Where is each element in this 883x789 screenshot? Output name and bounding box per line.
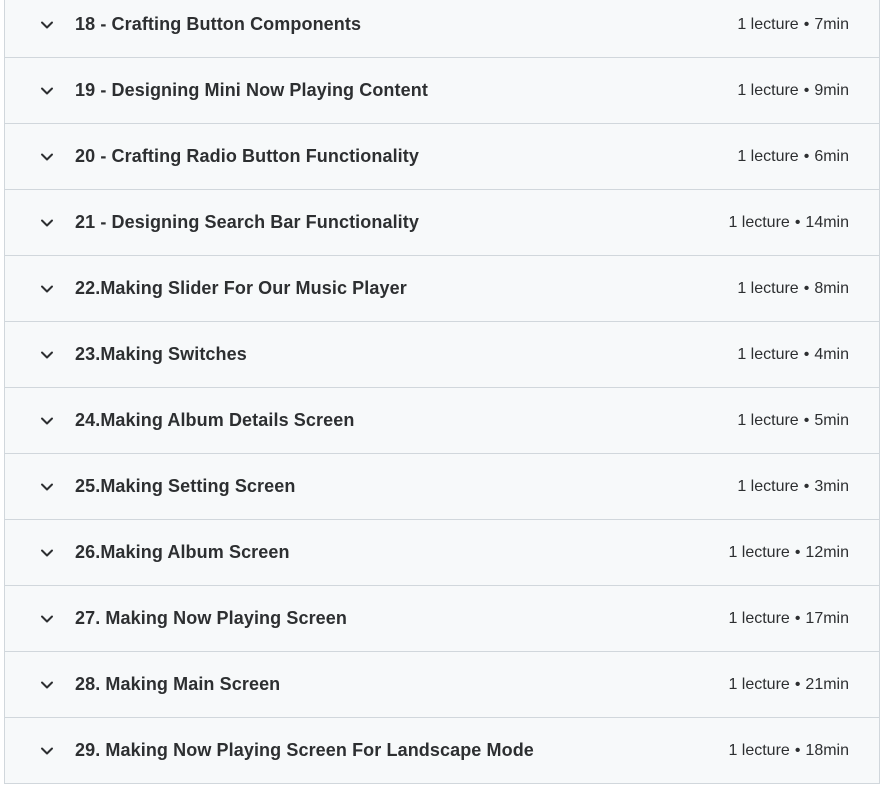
separator-dot: •	[794, 675, 801, 693]
separator-dot: •	[794, 543, 801, 561]
section-meta: 1 lecture • 5min	[737, 412, 849, 430]
section-meta: 1 lecture • 9min	[737, 82, 849, 100]
section-23[interactable]: 23.Making Switches 1 lecture • 4min	[5, 322, 879, 388]
section-title: 22.Making Slider For Our Music Player	[75, 278, 407, 298]
course-curriculum: 18 - Crafting Button Components 1 lectur…	[4, 0, 880, 784]
lecture-count: 1 lecture	[728, 741, 790, 759]
lecture-count: 1 lecture	[737, 147, 799, 165]
separator-dot: •	[803, 345, 810, 363]
section-25[interactable]: 25.Making Setting Screen 1 lecture • 3min	[5, 454, 879, 520]
lecture-count: 1 lecture	[737, 279, 799, 297]
section-meta: 1 lecture • 3min	[737, 478, 849, 496]
separator-dot: •	[803, 411, 810, 429]
lecture-count: 1 lecture	[728, 609, 790, 627]
section-21[interactable]: 21 - Designing Search Bar Functionality …	[5, 190, 879, 256]
lecture-count: 1 lecture	[737, 15, 799, 33]
chevron-down-icon[interactable]	[39, 281, 55, 297]
section-meta: 1 lecture • 6min	[737, 148, 849, 166]
section-duration: 7min	[814, 15, 849, 33]
section-title: 23.Making Switches	[75, 344, 247, 364]
lecture-count: 1 lecture	[737, 477, 799, 495]
chevron-down-icon[interactable]	[39, 17, 55, 33]
lecture-count: 1 lecture	[728, 543, 790, 561]
section-meta: 1 lecture • 4min	[737, 346, 849, 364]
section-duration: 4min	[814, 345, 849, 363]
section-27[interactable]: 27. Making Now Playing Screen 1 lecture •…	[5, 586, 879, 652]
lecture-count: 1 lecture	[737, 345, 799, 363]
separator-dot: •	[803, 81, 810, 99]
section-24[interactable]: 24.Making Album Details Screen 1 lecture…	[5, 388, 879, 454]
section-19[interactable]: 19 - Designing Mini Now Playing Content …	[5, 58, 879, 124]
section-title: 29. Making Now Playing Screen For Landsc…	[75, 740, 534, 760]
separator-dot: •	[803, 477, 810, 495]
section-duration: 12min	[805, 543, 849, 561]
separator-dot: •	[803, 15, 810, 33]
section-meta: 1 lecture • 17min	[728, 610, 849, 628]
section-duration: 6min	[814, 147, 849, 165]
section-duration: 9min	[814, 81, 849, 99]
chevron-down-icon[interactable]	[39, 149, 55, 165]
section-duration: 8min	[814, 279, 849, 297]
lecture-count: 1 lecture	[737, 411, 799, 429]
separator-dot: •	[803, 147, 810, 165]
chevron-down-icon[interactable]	[39, 479, 55, 495]
section-18[interactable]: 18 - Crafting Button Components 1 lectur…	[5, 0, 879, 58]
section-meta: 1 lecture • 18min	[728, 742, 849, 760]
section-29[interactable]: 29. Making Now Playing Screen For Landsc…	[5, 718, 879, 784]
separator-dot: •	[803, 279, 810, 297]
section-meta: 1 lecture • 7min	[737, 16, 849, 34]
section-title: 25.Making Setting Screen	[75, 476, 296, 496]
section-meta: 1 lecture • 14min	[728, 214, 849, 232]
section-duration: 5min	[814, 411, 849, 429]
section-20[interactable]: 20 - Crafting Radio Button Functionality…	[5, 124, 879, 190]
section-title: 27. Making Now Playing Screen	[75, 608, 347, 628]
lecture-count: 1 lecture	[728, 213, 790, 231]
chevron-down-icon[interactable]	[39, 413, 55, 429]
chevron-down-icon[interactable]	[39, 215, 55, 231]
section-duration: 14min	[805, 213, 849, 231]
section-duration: 21min	[805, 675, 849, 693]
section-duration: 17min	[805, 609, 849, 627]
separator-dot: •	[794, 609, 801, 627]
chevron-down-icon[interactable]	[39, 347, 55, 363]
section-26[interactable]: 26.Making Album Screen 1 lecture • 12min	[5, 520, 879, 586]
separator-dot: •	[794, 741, 801, 759]
section-28[interactable]: 28. Making Main Screen 1 lecture • 21min	[5, 652, 879, 718]
section-meta: 1 lecture • 12min	[728, 544, 849, 562]
chevron-down-icon[interactable]	[39, 677, 55, 693]
separator-dot: •	[794, 213, 801, 231]
section-title: 21 - Designing Search Bar Functionality	[75, 212, 419, 232]
section-22[interactable]: 22.Making Slider For Our Music Player 1 …	[5, 256, 879, 322]
section-duration: 3min	[814, 477, 849, 495]
section-meta: 1 lecture • 21min	[728, 676, 849, 694]
chevron-down-icon[interactable]	[39, 743, 55, 759]
section-title: 26.Making Album Screen	[75, 542, 290, 562]
chevron-down-icon[interactable]	[39, 611, 55, 627]
chevron-down-icon[interactable]	[39, 545, 55, 561]
section-title: 24.Making Album Details Screen	[75, 410, 355, 430]
section-title: 28. Making Main Screen	[75, 674, 281, 694]
chevron-down-icon[interactable]	[39, 83, 55, 99]
section-title: 20 - Crafting Radio Button Functionality	[75, 146, 419, 166]
section-title: 18 - Crafting Button Components	[75, 14, 362, 34]
section-duration: 18min	[805, 741, 849, 759]
lecture-count: 1 lecture	[728, 675, 790, 693]
section-meta: 1 lecture • 8min	[737, 280, 849, 298]
section-title: 19 - Designing Mini Now Playing Content	[75, 80, 428, 100]
lecture-count: 1 lecture	[737, 81, 799, 99]
